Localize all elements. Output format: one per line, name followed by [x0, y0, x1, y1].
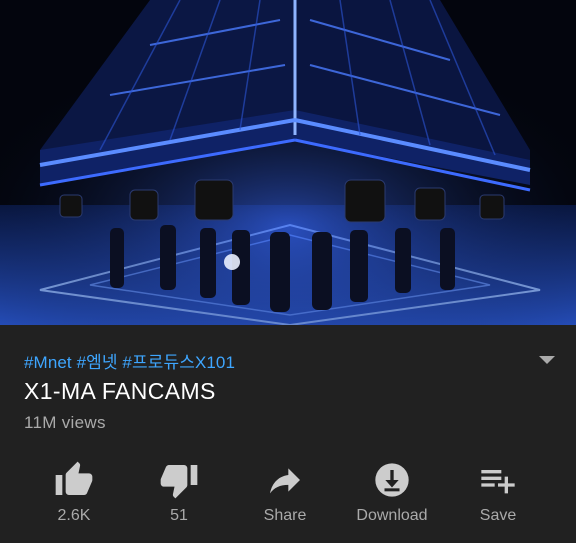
- view-count: 11M views: [24, 413, 106, 432]
- save-label: Save: [479, 507, 517, 524]
- share-icon: [270, 468, 300, 494]
- like-button[interactable]: 2.6K: [22, 460, 126, 530]
- video-details: #Mnet #엠넷 #프로듀스X101 X1-MA FANCAMS 11M vi…: [0, 325, 576, 543]
- share-label: Share: [263, 507, 307, 524]
- like-count: 2.6K: [57, 507, 91, 524]
- download-label: Download: [356, 507, 428, 524]
- action-bar: 2.6K 51 Share Download Save: [0, 460, 576, 530]
- dislike-count: 51: [170, 507, 188, 524]
- video-title: X1-MA FANCAMS: [24, 378, 216, 404]
- download-icon: [375, 463, 409, 497]
- thumbs-up-icon: [55, 461, 93, 495]
- thumbs-down-icon: [160, 465, 198, 499]
- share-button[interactable]: Share: [233, 460, 337, 530]
- chevron-down-icon[interactable]: [536, 353, 558, 367]
- video-player[interactable]: [0, 0, 576, 325]
- download-button[interactable]: Download: [340, 460, 444, 530]
- dislike-button[interactable]: 51: [127, 460, 231, 530]
- video-frame: [0, 0, 576, 325]
- hashtags[interactable]: #Mnet #엠넷 #프로듀스X101: [24, 348, 235, 373]
- playlist-add-icon: [481, 470, 515, 494]
- save-button[interactable]: Save: [446, 460, 550, 530]
